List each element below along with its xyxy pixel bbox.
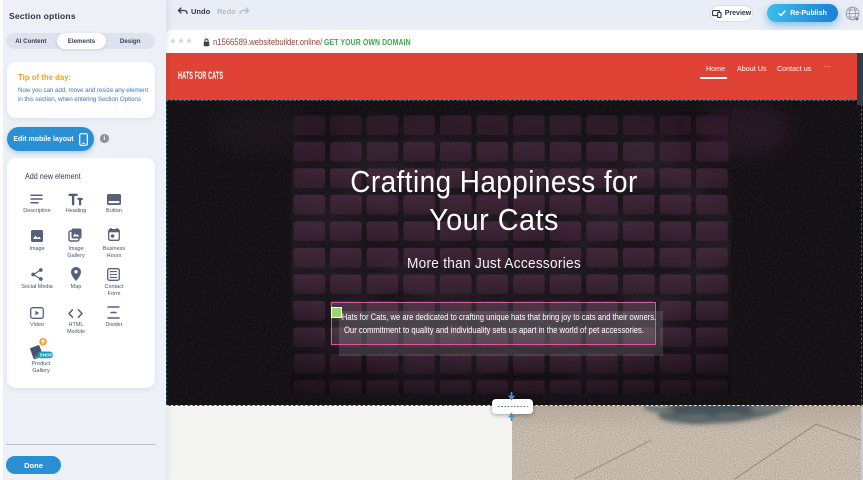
svg-text:SHOP: SHOP (40, 353, 53, 358)
